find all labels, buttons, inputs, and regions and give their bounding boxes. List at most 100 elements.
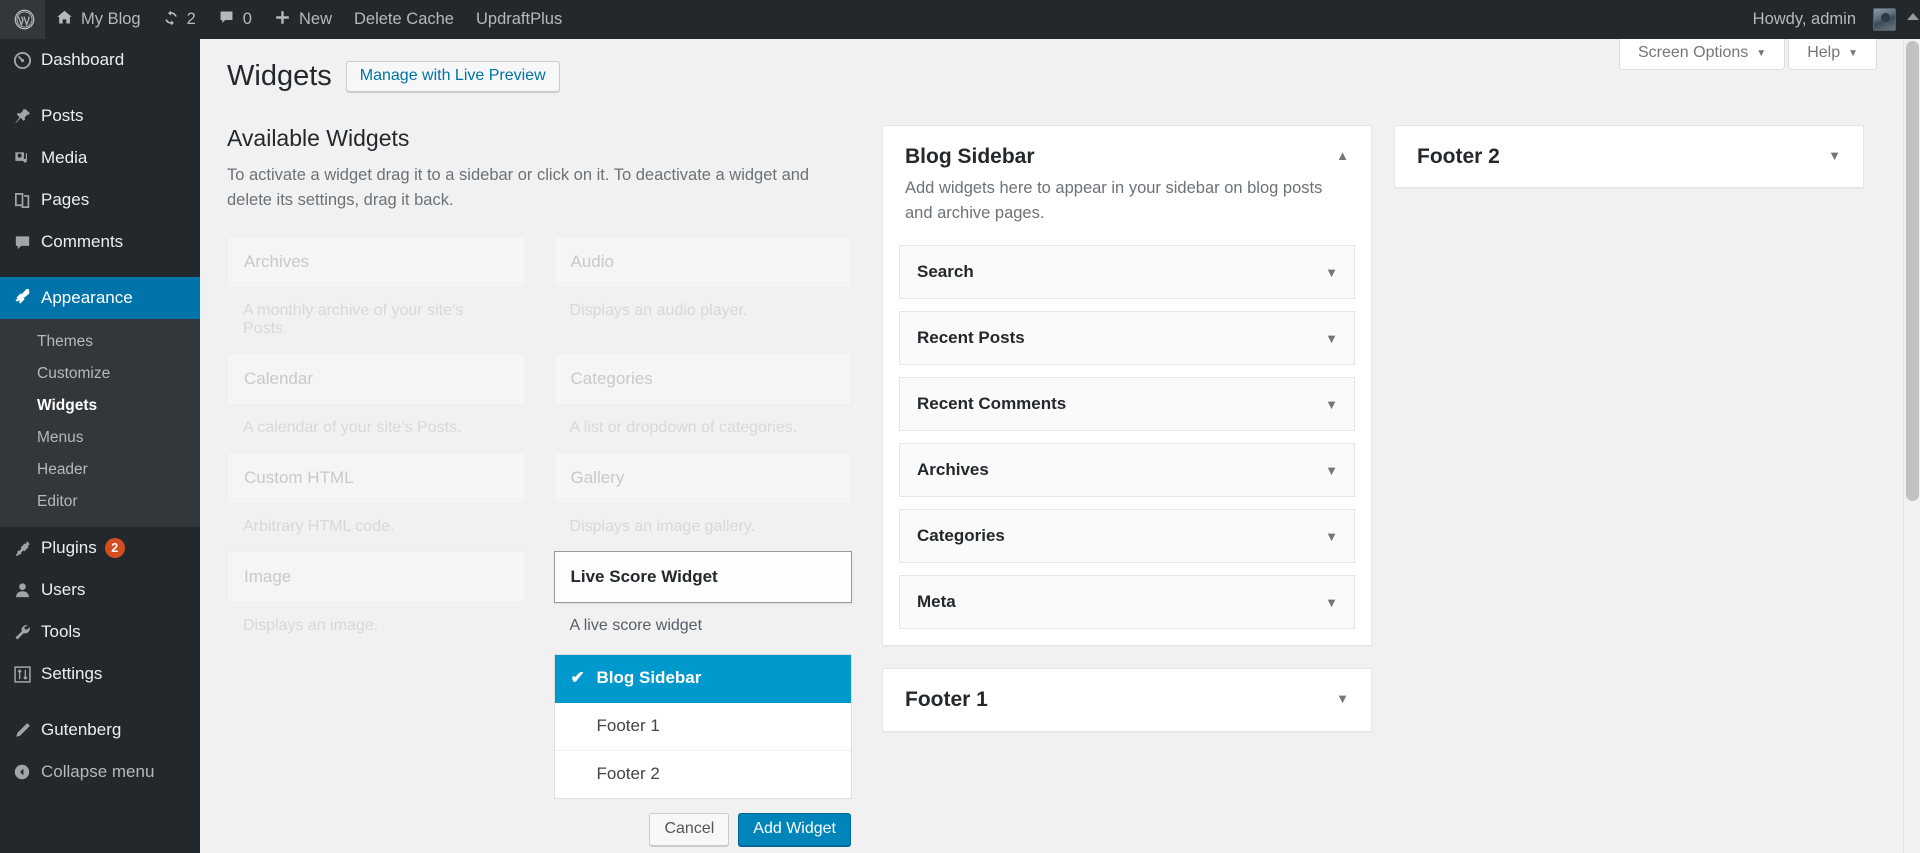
sidebar-subitem-editor[interactable]: Editor [0, 486, 200, 518]
widget-card-title[interactable]: Archives [227, 236, 526, 288]
chevron-down-icon[interactable]: ▼ [1336, 687, 1349, 706]
chevron-down-icon[interactable]: ▼ [1325, 594, 1338, 610]
sidebar-widget-title: Search [917, 262, 1325, 282]
sidebar-subitem-widgets[interactable]: Widgets [0, 390, 200, 422]
sidebar-item-media[interactable]: Media [0, 137, 200, 179]
sidebar-item-pages[interactable]: Pages [0, 179, 200, 221]
widget-card-title[interactable]: Audio [554, 236, 853, 288]
chevron-down-icon[interactable]: ▼ [1325, 462, 1338, 478]
delete-cache-link[interactable]: Delete Cache [343, 0, 465, 39]
sidebar-subitem-customize[interactable]: Customize [0, 358, 200, 390]
sidebar-item-posts[interactable]: Posts [0, 95, 200, 137]
scrollbar-thumb[interactable] [1906, 41, 1919, 501]
manage-with-live-preview-button[interactable]: Manage with Live Preview [346, 61, 560, 92]
available-widget-custom-html: Custom HTML Arbitrary HTML code. [227, 452, 526, 551]
sidebar-item-label: Media [41, 148, 87, 168]
pencil-icon [13, 721, 41, 740]
sidebar-panel-header[interactable]: Blog Sidebar ▲ [883, 126, 1371, 169]
sidebar-item-label: Pages [41, 190, 89, 210]
available-widget-image: Image Displays an image. [227, 551, 526, 846]
page-scrollbar[interactable] [1903, 39, 1920, 853]
user-icon [13, 581, 41, 600]
sidebar-panel-title: Footer 2 [1417, 144, 1828, 169]
widget-card-title[interactable]: Live Score Widget [554, 551, 853, 603]
sidebar-item-plugins[interactable]: Plugins 2 [0, 527, 200, 569]
help-button[interactable]: Help ▼ [1788, 39, 1877, 70]
widget-card-description: A list or dropdown of categories. [554, 405, 853, 452]
sidebar-widget-categories[interactable]: Categories ▼ [899, 509, 1355, 563]
sidebar-panel-description: Add widgets here to appear in your sideb… [883, 169, 1371, 226]
updates-icon [163, 10, 179, 30]
wordpress-logo-icon[interactable] [0, 0, 45, 39]
menu-separator [0, 263, 200, 277]
comments-link[interactable]: 0 [207, 0, 263, 39]
chevron-down-icon[interactable]: ▼ [1828, 144, 1841, 163]
widget-card-description: Displays an audio player. [554, 288, 853, 335]
chooser-option-footer-1[interactable]: ✔ Footer 1 [555, 703, 852, 751]
site-name-link[interactable]: My Blog [45, 0, 152, 39]
chevron-down-icon[interactable]: ▼ [1325, 396, 1338, 412]
cancel-button[interactable]: Cancel [649, 813, 729, 846]
sidebar-subitem-themes[interactable]: Themes [0, 326, 200, 358]
updates-link[interactable]: 2 [152, 0, 207, 39]
sidebar-widget-archives[interactable]: Archives ▼ [899, 443, 1355, 497]
comment-bubble-icon [13, 233, 41, 252]
collapse-menu-button[interactable]: Collapse menu [0, 751, 200, 793]
main-content: Screen Options ▼ Help ▼ Widgets Manage w… [200, 39, 1902, 853]
my-account-link[interactable]: Howdy, admin [1742, 0, 1920, 39]
sidebar-item-users[interactable]: Users [0, 569, 200, 611]
sidebar-panel-header[interactable]: Footer 1 ▼ [883, 669, 1371, 730]
widget-card-title[interactable]: Categories [554, 353, 853, 405]
chooser-option-blog-sidebar[interactable]: ✔ Blog Sidebar [555, 655, 852, 703]
widget-card-description: A calendar of your site’s Posts. [227, 405, 526, 452]
sidebar-widget-meta[interactable]: Meta ▼ [899, 575, 1355, 629]
sidebar-panel-header[interactable]: Footer 2 ▼ [1395, 126, 1863, 187]
sidebar-item-gutenberg[interactable]: Gutenberg [0, 709, 200, 751]
sidebar-widget-search[interactable]: Search ▼ [899, 245, 1355, 299]
updates-count: 2 [187, 10, 196, 29]
screen-options-button[interactable]: Screen Options ▼ [1619, 39, 1785, 70]
home-icon [56, 9, 73, 30]
sidebar-item-tools[interactable]: Tools [0, 611, 200, 653]
widget-card-title[interactable]: Calendar [227, 353, 526, 405]
comments-count: 0 [243, 10, 252, 29]
sidebar-item-dashboard[interactable]: Dashboard [0, 39, 200, 81]
updraftplus-link[interactable]: UpdraftPlus [465, 0, 573, 39]
scroll-up-arrow-icon[interactable] [1907, 13, 1919, 20]
sidebar-widget-title: Categories [917, 526, 1325, 546]
widget-card-title[interactable]: Gallery [554, 452, 853, 504]
new-content-label: New [299, 10, 332, 29]
chevron-up-icon[interactable]: ▲ [1336, 144, 1349, 163]
sidebar-subitem-header[interactable]: Header [0, 454, 200, 486]
sidebar-item-comments[interactable]: Comments [0, 221, 200, 263]
chooser-option-footer-2[interactable]: ✔ Footer 2 [555, 751, 852, 798]
add-widget-button[interactable]: Add Widget [738, 813, 851, 846]
sidebar-item-label: Settings [41, 664, 102, 684]
menu-separator [0, 695, 200, 709]
widget-card-description: Arbitrary HTML code. [227, 504, 526, 551]
sidebar-chooser-dropdown: ✔ Blog Sidebar ✔ Footer 1 ✔ Footer 2 [554, 654, 853, 799]
sidebar-widget-title: Archives [917, 460, 1325, 480]
chevron-down-icon[interactable]: ▼ [1325, 330, 1338, 346]
sidebar-widget-recent-comments[interactable]: Recent Comments ▼ [899, 377, 1355, 431]
chevron-down-icon[interactable]: ▼ [1325, 264, 1338, 280]
help-label: Help [1807, 44, 1840, 62]
menu-separator [0, 81, 200, 95]
available-widgets-description: To activate a widget drag it to a sideba… [227, 163, 817, 214]
sidebar-item-appearance[interactable]: Appearance [0, 277, 200, 319]
sidebar-subitem-menus[interactable]: Menus [0, 422, 200, 454]
settings-sliders-icon [13, 665, 41, 684]
chooser-actions: Cancel Add Widget [554, 813, 853, 846]
sidebar-panel-footer-1: Footer 1 ▼ [882, 668, 1372, 731]
widget-card-title[interactable]: Image [227, 551, 526, 603]
sidebar-item-label: Users [41, 580, 85, 600]
collapse-menu-label: Collapse menu [41, 762, 154, 782]
chevron-down-icon: ▼ [1756, 48, 1766, 59]
chevron-down-icon[interactable]: ▼ [1325, 528, 1338, 544]
new-content-link[interactable]: New [263, 0, 343, 39]
sidebar-widget-recent-posts[interactable]: Recent Posts ▼ [899, 311, 1355, 365]
sidebar-item-settings[interactable]: Settings [0, 653, 200, 695]
sidebars-column-1: Blog Sidebar ▲ Add widgets here to appea… [882, 125, 1372, 754]
widget-card-title[interactable]: Custom HTML [227, 452, 526, 504]
available-widget-live-score-widget: Live Score Widget A live score widget ✔ … [554, 551, 853, 846]
